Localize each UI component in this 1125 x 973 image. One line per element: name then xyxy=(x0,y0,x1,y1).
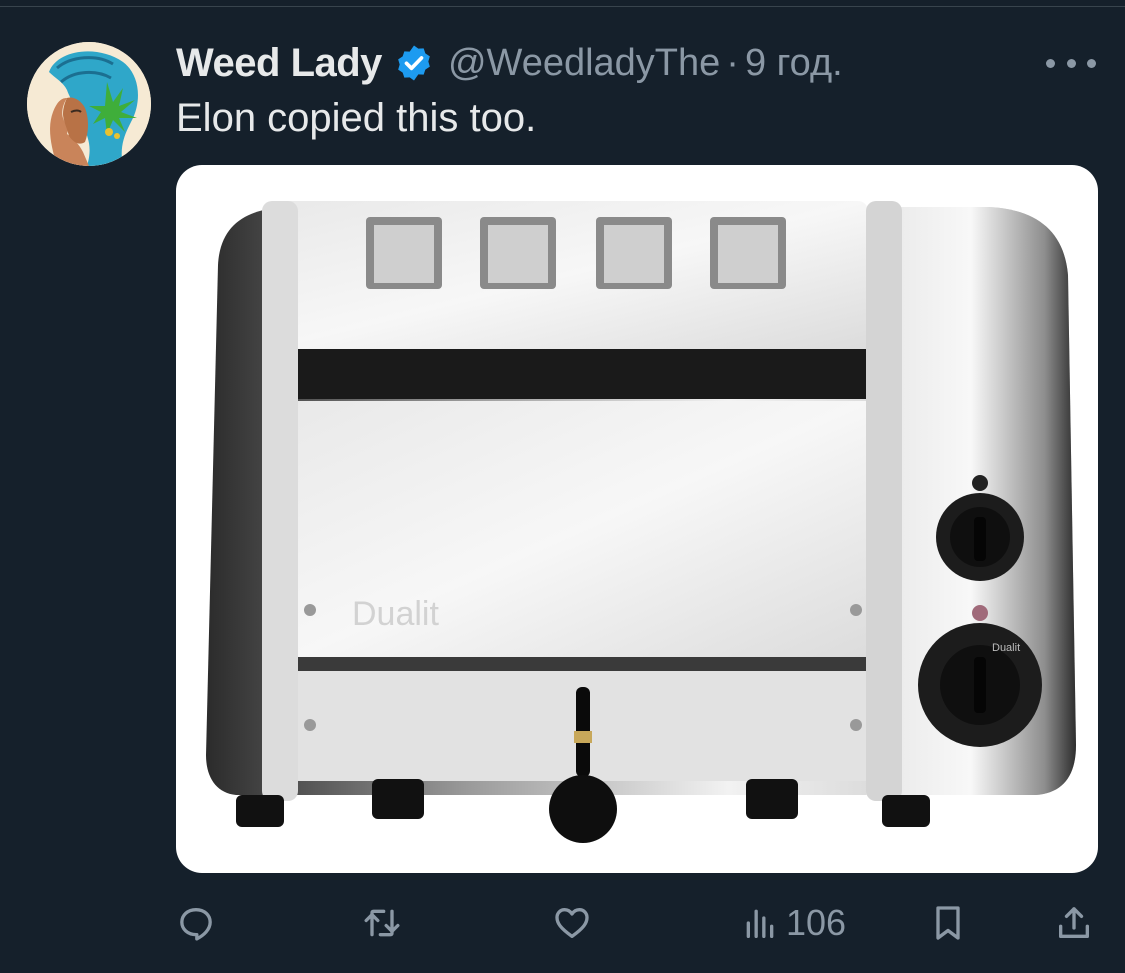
tweet[interactable]: Weed Lady @WeedladyThe · 9 год. Elon cop… xyxy=(0,0,1125,973)
views-button[interactable]: 106 xyxy=(740,895,846,951)
tweet-text: Elon copied this too. xyxy=(176,96,537,140)
heart-icon xyxy=(555,908,589,938)
separator-dot: · xyxy=(726,41,739,84)
tweet-media[interactable]: Dualit Dualit xyxy=(176,165,1098,873)
share-button[interactable] xyxy=(1054,895,1094,951)
author-handle[interactable]: @WeedladyThe xyxy=(448,42,720,85)
toaster-brand-text: Dualit xyxy=(352,595,439,633)
retweet-button[interactable] xyxy=(362,895,402,951)
views-icon xyxy=(746,909,774,938)
timestamp[interactable]: 9 год. xyxy=(745,42,843,85)
retweet-icon xyxy=(364,909,400,937)
bookmark-icon xyxy=(936,906,960,940)
tweet-actions: 106 xyxy=(176,895,1098,951)
avatar-illustration xyxy=(27,42,151,166)
reply-icon xyxy=(180,908,212,941)
reply-button[interactable] xyxy=(176,895,216,951)
views-count: 106 xyxy=(786,902,847,943)
avatar[interactable] xyxy=(27,42,151,166)
dial-brand-text: Dualit xyxy=(992,642,1020,654)
tweet-header: Weed Lady @WeedladyThe · 9 год. xyxy=(176,38,843,88)
more-options-icon[interactable] xyxy=(1046,48,1096,78)
share-icon xyxy=(1059,907,1089,938)
author-name[interactable]: Weed Lady xyxy=(176,41,382,86)
bookmark-button[interactable] xyxy=(928,895,968,951)
toaster-image: Dualit Dualit xyxy=(206,201,1076,843)
like-button[interactable] xyxy=(552,895,592,951)
verified-badge-icon[interactable] xyxy=(394,43,434,83)
